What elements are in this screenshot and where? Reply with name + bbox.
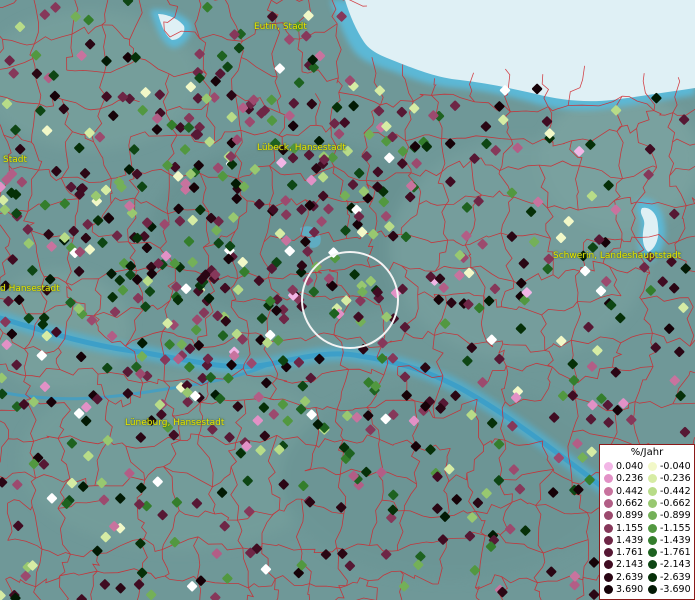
legend-swatch bbox=[604, 486, 613, 496]
legend-swatch bbox=[648, 474, 657, 484]
legend-swatch bbox=[604, 462, 613, 471]
legend-swatch bbox=[648, 523, 657, 533]
legend-value: -2.639 bbox=[660, 571, 691, 583]
city-label-lueneburg: Lüneburg, Hansestadt bbox=[125, 418, 225, 428]
legend-value: -0.899 bbox=[660, 510, 691, 522]
legend-value: -0.040 bbox=[660, 461, 691, 472]
legend-swatch bbox=[648, 585, 657, 594]
legend-swatch bbox=[648, 535, 657, 545]
city-label-schwerin: Schwerin, Landeshauptstadt bbox=[553, 251, 682, 261]
legend-swatch bbox=[604, 560, 613, 570]
legend-swatch bbox=[648, 560, 657, 570]
legend-value: 1.155 bbox=[616, 522, 644, 534]
legend-value: 3.690 bbox=[616, 584, 644, 595]
map-basemap bbox=[0, 0, 695, 600]
legend-swatch bbox=[648, 511, 657, 521]
legend-value: -1.439 bbox=[660, 534, 691, 546]
legend-value: 0.442 bbox=[616, 485, 644, 497]
city-label-luebeck: Lübeck, Hansestadt bbox=[257, 143, 346, 153]
legend-swatch bbox=[604, 572, 613, 582]
legend-value: 0.040 bbox=[616, 461, 644, 472]
legend-value: -0.236 bbox=[660, 473, 691, 485]
legend-value: 2.639 bbox=[616, 571, 644, 583]
city-label-eutin: Eutin, Stadt bbox=[254, 22, 307, 32]
map-canvas[interactable]: Eutin, Stadt Lübeck, Hansestadt Stadt Sc… bbox=[0, 0, 695, 600]
legend-value: 0.899 bbox=[616, 510, 644, 522]
legend-value: 2.143 bbox=[616, 559, 644, 571]
legend-swatch bbox=[604, 523, 613, 533]
legend-swatch bbox=[604, 498, 613, 508]
legend-value: -1.155 bbox=[660, 522, 691, 534]
legend-value: -0.662 bbox=[660, 497, 691, 509]
legend: %/Jahr 0.040 0.236 0.442 0.662 0.899 1.155 1.4… bbox=[599, 444, 695, 600]
city-label-stadt: Stadt bbox=[3, 155, 27, 165]
legend-swatch bbox=[648, 498, 657, 508]
legend-value: 1.439 bbox=[616, 534, 644, 546]
legend-swatch bbox=[604, 535, 613, 545]
legend-value: -2.143 bbox=[660, 559, 691, 571]
legend-swatch bbox=[648, 462, 657, 471]
legend-swatch bbox=[604, 585, 613, 594]
legend-swatch bbox=[648, 572, 657, 582]
city-label-hansestadt: d Hansestadt bbox=[0, 284, 60, 294]
legend-swatch bbox=[648, 548, 657, 558]
legend-value: 0.236 bbox=[616, 473, 644, 485]
legend-swatch bbox=[604, 548, 613, 558]
legend-title: %/Jahr bbox=[630, 447, 664, 458]
legend-swatch bbox=[648, 486, 657, 496]
legend-swatch bbox=[604, 474, 613, 484]
legend-swatch bbox=[604, 511, 613, 521]
legend-value: -1.761 bbox=[660, 547, 691, 559]
legend-value: 1.761 bbox=[616, 547, 644, 559]
legend-value: 0.662 bbox=[616, 497, 644, 509]
legend-value: -0.442 bbox=[660, 485, 691, 497]
legend-value: -3.690 bbox=[660, 584, 691, 595]
